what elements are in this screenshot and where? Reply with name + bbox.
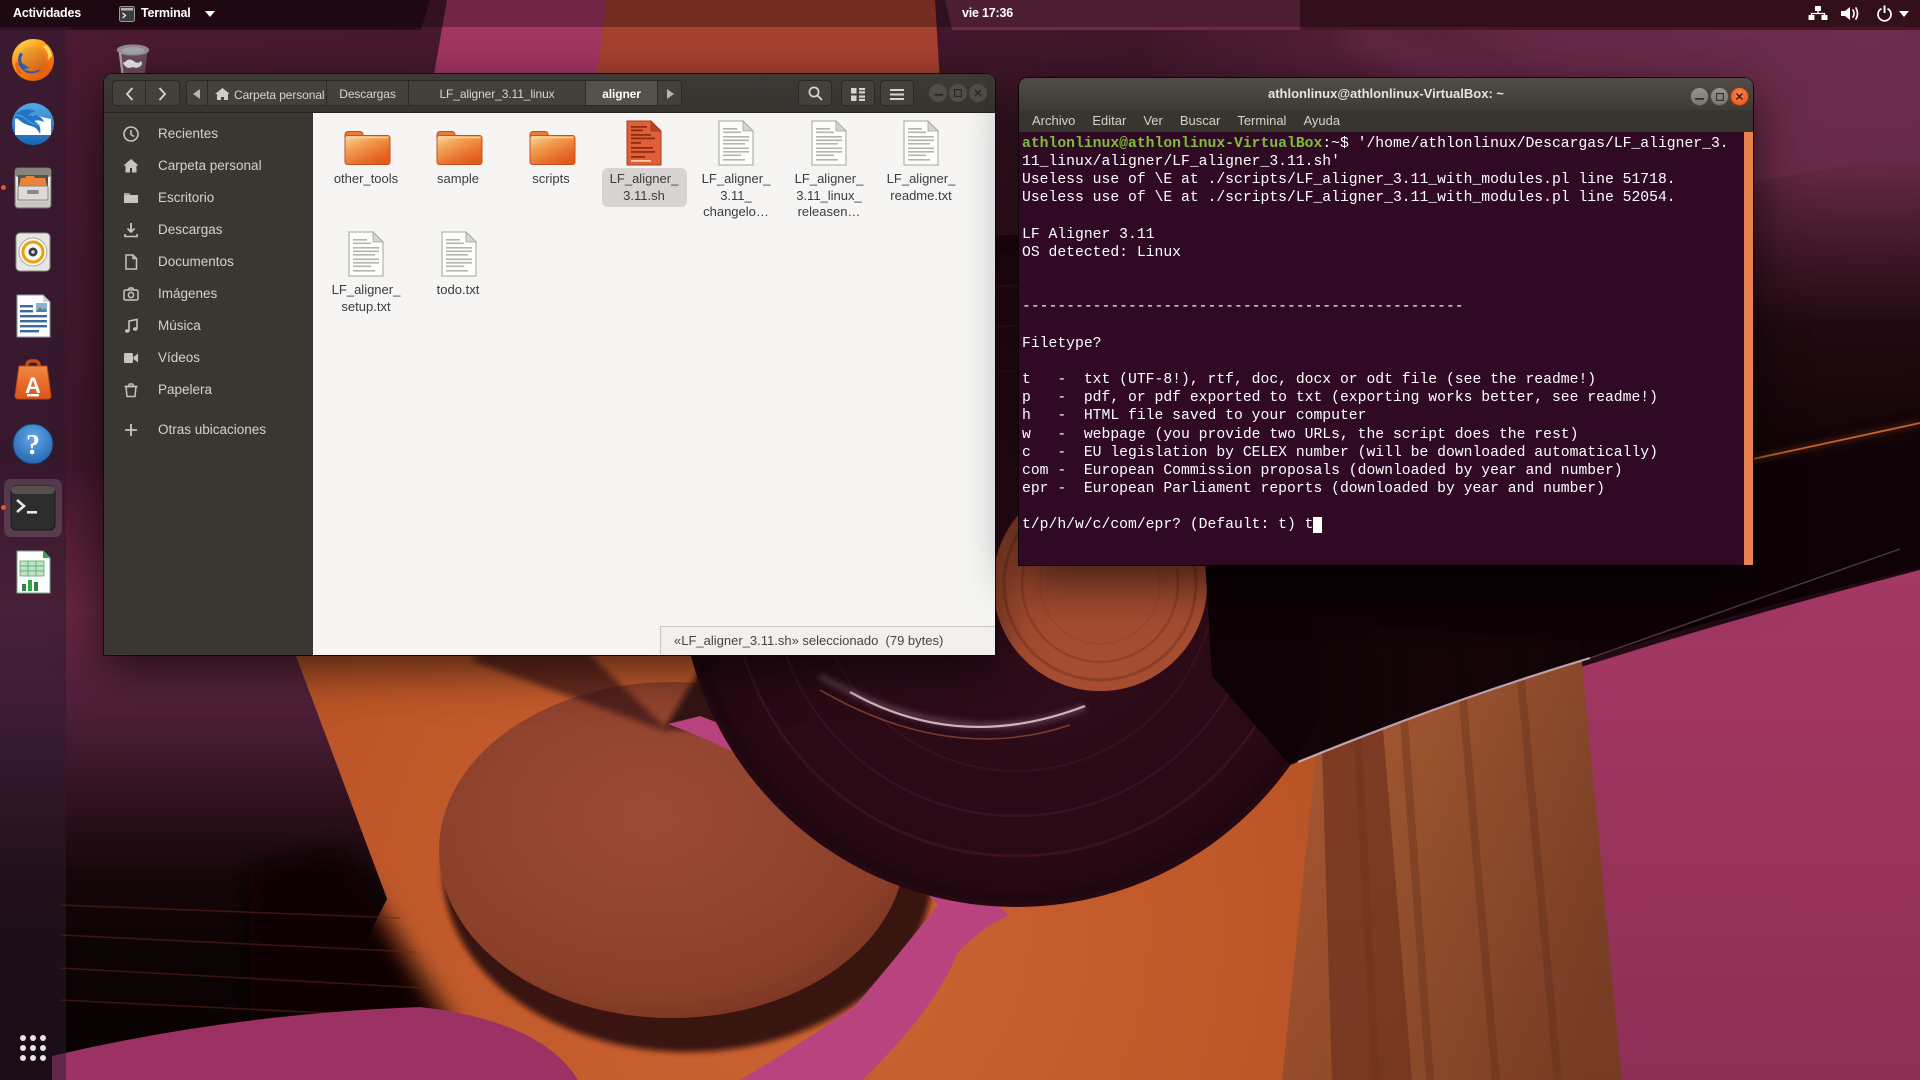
svg-text:?: ? bbox=[26, 430, 40, 461]
